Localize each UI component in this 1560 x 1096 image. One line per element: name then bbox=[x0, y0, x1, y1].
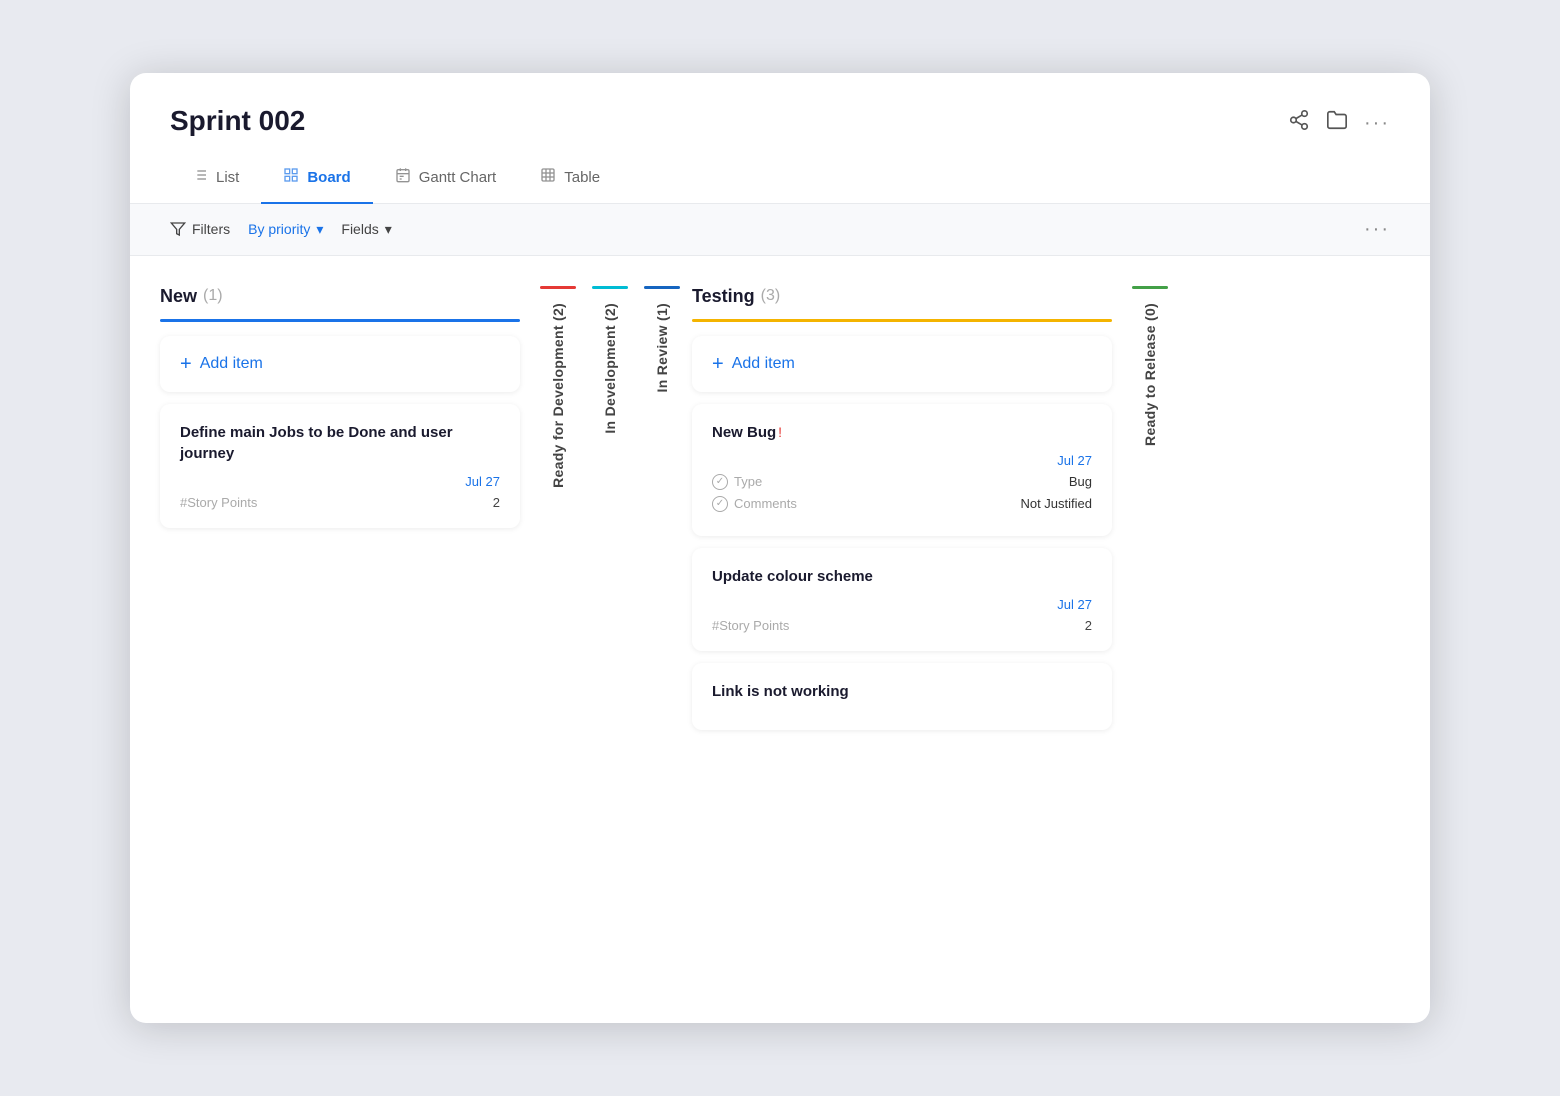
column-in-review[interactable]: In Review (1) bbox=[640, 286, 684, 392]
app-window: Sprint 002 ··· bbox=[130, 73, 1430, 1023]
by-priority-arrow: ▾ bbox=[316, 221, 323, 238]
add-plus-icon-testing: + bbox=[712, 354, 724, 374]
comments-circle-icon: ✓ bbox=[712, 496, 728, 512]
column-in-development[interactable]: In Development (2) bbox=[588, 286, 632, 434]
by-priority-dropdown[interactable]: By priority ▾ bbox=[248, 221, 323, 238]
page-title: Sprint 002 bbox=[170, 105, 305, 137]
share-icon[interactable] bbox=[1288, 109, 1310, 137]
in-review-title: In Review (1) bbox=[654, 303, 670, 392]
column-new-header: New (1) bbox=[160, 286, 520, 307]
column-new-title: New bbox=[160, 286, 197, 307]
card-update-colour-date-row: Jul 27 bbox=[712, 597, 1092, 612]
filter-label: Filters bbox=[192, 221, 230, 237]
in-review-bar bbox=[644, 286, 680, 289]
colour-story-points-label: #Story Points bbox=[712, 618, 789, 633]
folder-icon[interactable] bbox=[1326, 109, 1348, 137]
card-new-bug-type-row: ✓ Type Bug bbox=[712, 474, 1092, 490]
column-testing-bar bbox=[692, 319, 1112, 322]
add-item-card-new[interactable]: + Add item bbox=[160, 336, 520, 392]
in-development-title: In Development (2) bbox=[602, 303, 618, 434]
ready-for-dev-title: Ready for Development (2) bbox=[550, 303, 566, 488]
card-define-jobs-date-row: Jul 27 bbox=[180, 474, 500, 489]
column-testing: Testing (3) + Add item New Bug ! Ju bbox=[692, 286, 1112, 742]
by-priority-label: By priority bbox=[248, 221, 310, 237]
column-new-count: (1) bbox=[203, 287, 223, 305]
card-new-bug-date: Jul 27 bbox=[1057, 453, 1092, 468]
gantt-tab-icon bbox=[395, 167, 411, 188]
tabs-bar: List Board Gantt Chart bbox=[130, 137, 1430, 204]
add-item-label-new: Add item bbox=[200, 355, 263, 373]
header: Sprint 002 ··· bbox=[130, 73, 1430, 137]
tab-list-label: List bbox=[216, 169, 239, 186]
card-new-bug-date-row: Jul 27 bbox=[712, 453, 1092, 468]
tab-list[interactable]: List bbox=[170, 157, 261, 204]
add-item-label-testing: Add item bbox=[732, 355, 795, 373]
colour-story-points-value: 2 bbox=[1085, 618, 1092, 633]
tab-board-label: Board bbox=[307, 169, 350, 186]
card-update-colour-title: Update colour scheme bbox=[712, 566, 1092, 587]
toolbar-more-icon[interactable]: ··· bbox=[1364, 218, 1390, 241]
column-ready-to-release[interactable]: Ready to Release (0) bbox=[1128, 286, 1172, 446]
column-testing-title: Testing bbox=[692, 286, 755, 307]
card-define-jobs-date: Jul 27 bbox=[465, 474, 500, 489]
card-define-jobs[interactable]: Define main Jobs to be Done and user jou… bbox=[160, 404, 520, 528]
ready-for-dev-bar bbox=[540, 286, 576, 289]
list-tab-icon bbox=[192, 167, 208, 188]
comments-field-value: Not Justified bbox=[1020, 496, 1092, 511]
tab-table[interactable]: Table bbox=[518, 157, 622, 204]
column-new-bar bbox=[160, 319, 520, 322]
table-tab-icon bbox=[540, 167, 556, 188]
bug-exclamation-icon: ! bbox=[778, 424, 782, 440]
tab-gantt[interactable]: Gantt Chart bbox=[373, 157, 519, 204]
tab-gantt-label: Gantt Chart bbox=[419, 169, 497, 186]
comments-field-label: ✓ Comments bbox=[712, 496, 797, 512]
header-actions: ··· bbox=[1288, 105, 1390, 137]
card-update-colour[interactable]: Update colour scheme Jul 27 #Story Point… bbox=[692, 548, 1112, 651]
type-field-value: Bug bbox=[1069, 474, 1092, 489]
fields-label: Fields bbox=[341, 221, 378, 237]
story-points-value: 2 bbox=[493, 495, 500, 510]
fields-arrow: ▾ bbox=[385, 221, 392, 238]
card-new-bug-title: New Bug bbox=[712, 422, 776, 443]
ready-to-release-bar bbox=[1132, 286, 1168, 289]
tab-table-label: Table bbox=[564, 169, 600, 186]
tab-board[interactable]: Board bbox=[261, 157, 372, 204]
type-field-label: ✓ Type bbox=[712, 474, 762, 490]
toolbar: Filters By priority ▾ Fields ▾ ··· bbox=[130, 204, 1430, 256]
board-area: New (1) + Add item Define main Jobs to b… bbox=[130, 256, 1430, 1024]
card-define-jobs-meta: #Story Points 2 bbox=[180, 495, 500, 510]
fields-dropdown[interactable]: Fields ▾ bbox=[341, 221, 391, 238]
card-update-colour-meta: #Story Points 2 bbox=[712, 618, 1092, 633]
header-more-icon[interactable]: ··· bbox=[1364, 112, 1390, 135]
ready-to-release-title: Ready to Release (0) bbox=[1142, 303, 1158, 446]
column-ready-for-dev[interactable]: Ready for Development (2) bbox=[536, 286, 580, 488]
board-tab-icon bbox=[283, 167, 299, 188]
filter-button[interactable]: Filters bbox=[170, 221, 230, 237]
column-testing-header: Testing (3) bbox=[692, 286, 1112, 307]
card-link-not-working[interactable]: Link is not working bbox=[692, 663, 1112, 730]
column-new: New (1) + Add item Define main Jobs to b… bbox=[160, 286, 520, 540]
in-development-bar bbox=[592, 286, 628, 289]
card-update-colour-date: Jul 27 bbox=[1057, 597, 1092, 612]
add-item-card-testing[interactable]: + Add item bbox=[692, 336, 1112, 392]
card-link-not-working-title: Link is not working bbox=[712, 681, 1092, 702]
add-plus-icon-new: + bbox=[180, 354, 192, 374]
story-points-label: #Story Points bbox=[180, 495, 257, 510]
type-circle-icon: ✓ bbox=[712, 474, 728, 490]
column-testing-count: (3) bbox=[761, 287, 781, 305]
card-define-jobs-title: Define main Jobs to be Done and user jou… bbox=[180, 422, 500, 464]
card-new-bug[interactable]: New Bug ! Jul 27 ✓ Type Bug ✓ bbox=[692, 404, 1112, 536]
card-new-bug-comments-row: ✓ Comments Not Justified bbox=[712, 496, 1092, 512]
